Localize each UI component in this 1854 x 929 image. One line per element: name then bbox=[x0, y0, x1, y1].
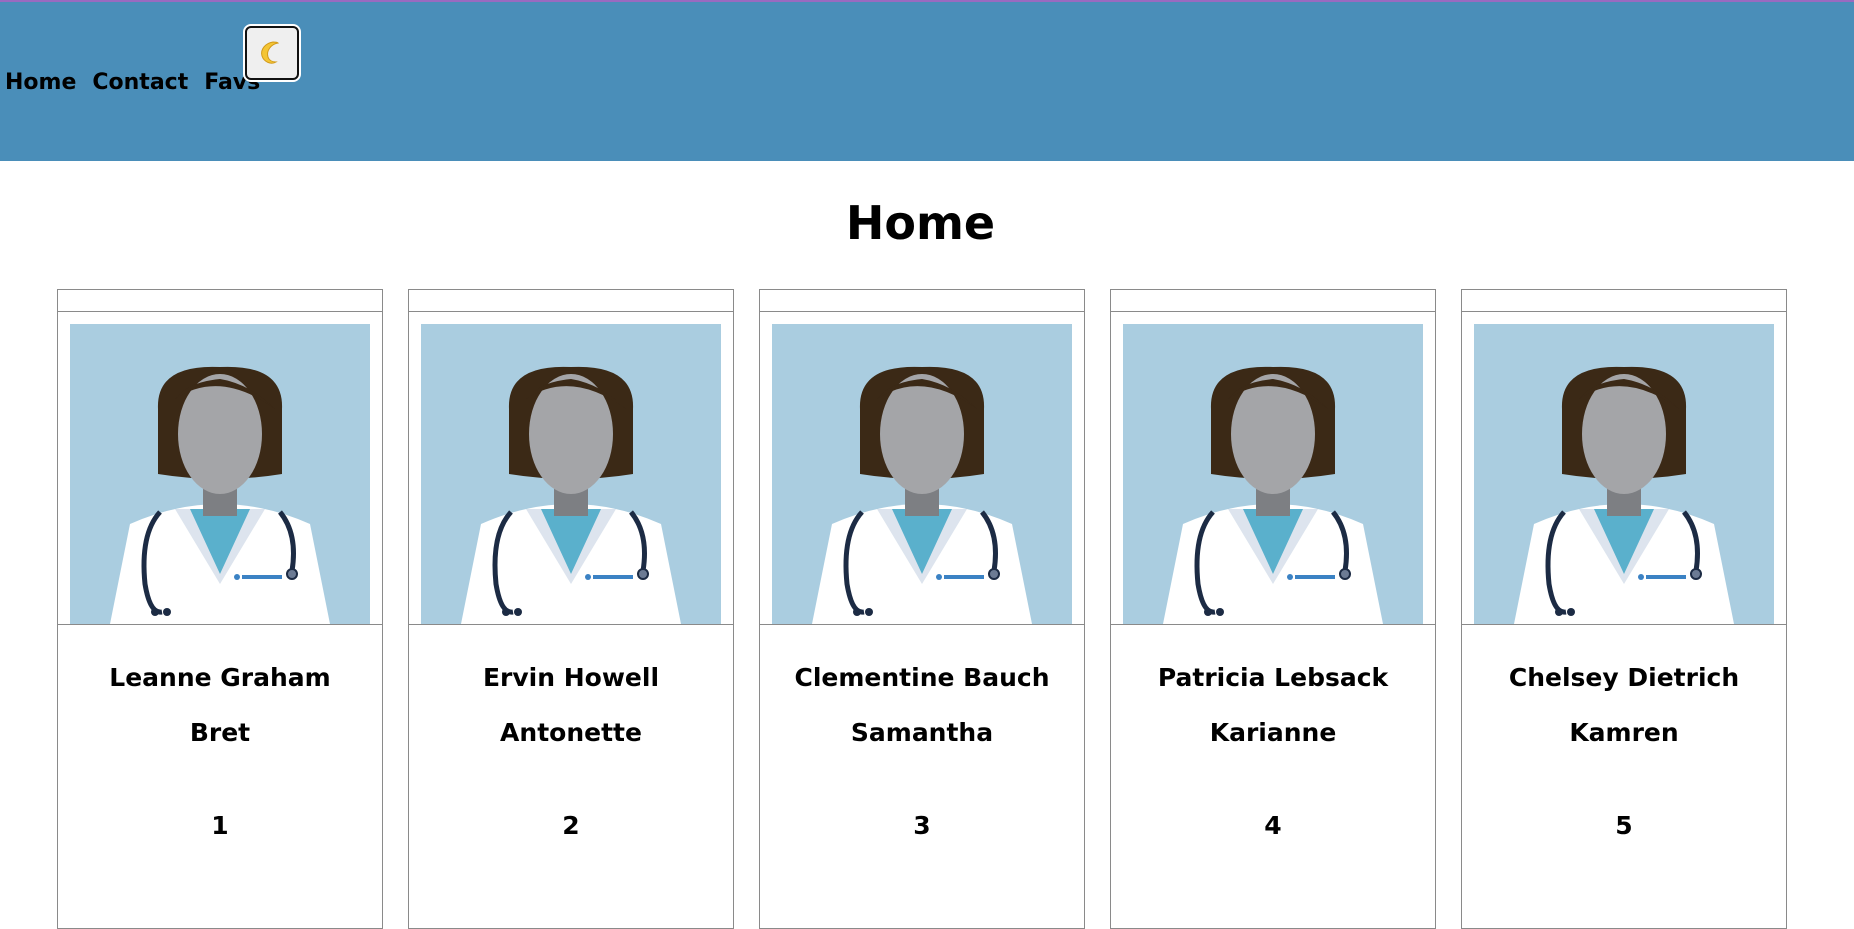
moon-icon bbox=[261, 41, 280, 64]
theme-toggle-button[interactable] bbox=[245, 26, 299, 80]
card-header-strip bbox=[58, 290, 382, 312]
page-title: Home bbox=[845, 196, 996, 250]
dentist-card[interactable]: Chelsey Dietrich Kamren 5 bbox=[1461, 289, 1787, 929]
dentist-card[interactable]: Ervin Howell Antonette 2 bbox=[408, 289, 734, 929]
doctor-avatar-image bbox=[772, 324, 1072, 624]
card-username: Karianne bbox=[1209, 718, 1337, 747]
card-id: 1 bbox=[211, 811, 229, 840]
dentist-card[interactable]: Patricia Lebsack Karianne 4 bbox=[1110, 289, 1436, 929]
card-id: 3 bbox=[913, 811, 931, 840]
card-id: 4 bbox=[1264, 811, 1282, 840]
dentist-card-list: Leanne Graham Bret 1 Ervin Howell Antone… bbox=[57, 289, 1787, 929]
doctor-avatar-image bbox=[1123, 324, 1423, 624]
card-body: Ervin Howell Antonette 2 bbox=[409, 624, 733, 871]
card-body: Chelsey Dietrich Kamren 5 bbox=[1462, 624, 1786, 871]
card-header-strip bbox=[409, 290, 733, 312]
card-username: Samantha bbox=[850, 718, 994, 747]
card-name: Clementine Bauch bbox=[794, 663, 1050, 692]
card-body: Patricia Lebsack Karianne 4 bbox=[1111, 624, 1435, 871]
card-username: Kamren bbox=[1569, 718, 1679, 747]
card-id: 2 bbox=[562, 811, 580, 840]
card-name: Leanne Graham bbox=[109, 663, 331, 692]
top-navigation-bar: Home Contact Favs bbox=[0, 0, 1854, 161]
card-body: Leanne Graham Bret 1 bbox=[58, 624, 382, 871]
card-header-strip bbox=[1462, 290, 1786, 312]
card-body: Clementine Bauch Samantha 3 bbox=[760, 624, 1084, 871]
nav-link-home[interactable]: Home bbox=[5, 70, 76, 95]
dentist-card[interactable]: Leanne Graham Bret 1 bbox=[57, 289, 383, 929]
card-header-strip bbox=[1111, 290, 1435, 312]
doctor-avatar-image bbox=[421, 324, 721, 624]
card-header-strip bbox=[760, 290, 1084, 312]
main-nav: Home Contact Favs bbox=[5, 70, 260, 95]
card-name: Ervin Howell bbox=[482, 663, 660, 692]
card-username: Antonette bbox=[500, 718, 642, 747]
dentist-card[interactable]: Clementine Bauch Samantha 3 bbox=[759, 289, 1085, 929]
card-name: Chelsey Dietrich bbox=[1508, 663, 1740, 692]
card-username: Bret bbox=[189, 718, 251, 747]
doctor-avatar-image bbox=[1474, 324, 1774, 624]
card-id: 5 bbox=[1615, 811, 1633, 840]
doctor-avatar-image bbox=[70, 324, 370, 624]
nav-link-contact[interactable]: Contact bbox=[92, 70, 188, 95]
card-name: Patricia Lebsack bbox=[1157, 663, 1389, 692]
